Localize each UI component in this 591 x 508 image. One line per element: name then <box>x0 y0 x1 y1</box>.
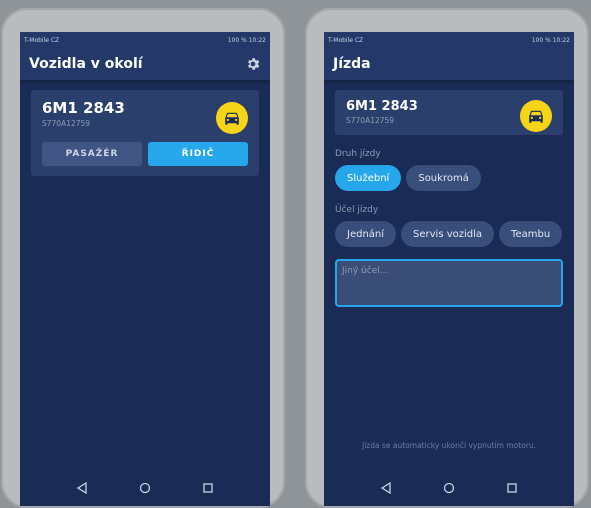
android-nav-bar <box>324 470 574 506</box>
trip-type-chip-business[interactable]: Služební <box>335 165 402 191</box>
gear-icon[interactable] <box>245 56 261 72</box>
page-title: Vozidla v okolí <box>29 56 143 72</box>
status-right: 100 % 10:22 <box>228 37 266 44</box>
phone-frame-right: T-Mobile CZ 100 % 10:22 Jízda 6M1 2843 S… <box>305 8 589 508</box>
carrier-label: T-Mobile CZ <box>328 36 364 44</box>
circle-home-icon[interactable] <box>139 482 151 494</box>
purpose-chip-service[interactable]: Servis vozidla <box>401 221 495 247</box>
purpose-chip-teambuilding[interactable]: Teambu <box>499 221 563 247</box>
trip-type-chips: Služební Soukromá <box>335 165 574 191</box>
trip-type-chip-private[interactable]: Soukromá <box>406 165 481 191</box>
phone-frame-left: T-Mobile CZ 100 % 10:22 Vozidla v okolí … <box>1 8 285 508</box>
app-bar: Vozidla v okolí <box>20 48 270 80</box>
screen-trip: T-Mobile CZ 100 % 10:22 Jízda 6M1 2843 S… <box>324 32 574 506</box>
triangle-back-icon[interactable] <box>380 482 392 494</box>
purpose-chips: Jednání Servis vozidla Teambu <box>335 221 574 247</box>
vehicle-card: 6M1 2843 S770A12759 <box>335 90 563 135</box>
battery-level: 100 % <box>227 36 247 44</box>
trip-type-label: Druh jízdy <box>335 149 381 159</box>
passenger-button[interactable]: PASAŽÉR <box>42 142 142 166</box>
circle-home-icon[interactable] <box>443 482 455 494</box>
car-icon <box>520 100 552 132</box>
purpose-chip-meeting[interactable]: Jednání <box>335 221 397 247</box>
screen-vehicles-nearby: T-Mobile CZ 100 % 10:22 Vozidla v okolí … <box>20 32 270 506</box>
square-recents-icon[interactable] <box>202 482 214 494</box>
square-recents-icon[interactable] <box>506 482 518 494</box>
android-nav-bar <box>20 470 270 506</box>
status-bar: T-Mobile CZ 100 % 10:22 <box>20 32 270 48</box>
vehicle-card: 6M1 2843 S770A12759 PASAŽÉR ŘIDIČ <box>31 90 259 176</box>
carrier-label: T-Mobile CZ <box>24 36 60 44</box>
driver-button[interactable]: ŘIDIČ <box>148 142 248 166</box>
triangle-back-icon[interactable] <box>76 482 88 494</box>
car-icon <box>216 102 248 134</box>
status-right: 100 % 10:22 <box>532 37 570 44</box>
role-selector: PASAŽÉR ŘIDIČ <box>42 142 248 166</box>
battery-level: 100 % <box>531 36 551 44</box>
auto-end-note: Jízda se automaticky ukončí vypnutím mot… <box>362 441 536 450</box>
page-title: Jízda <box>333 56 371 72</box>
status-bar: T-Mobile CZ 100 % 10:22 <box>324 32 574 48</box>
app-bar: Jízda <box>324 48 574 80</box>
other-purpose-input[interactable]: Jiný účel... <box>335 259 563 307</box>
clock: 10:22 <box>248 36 266 44</box>
clock: 10:22 <box>552 36 570 44</box>
purpose-label: Účel jízdy <box>335 205 379 215</box>
